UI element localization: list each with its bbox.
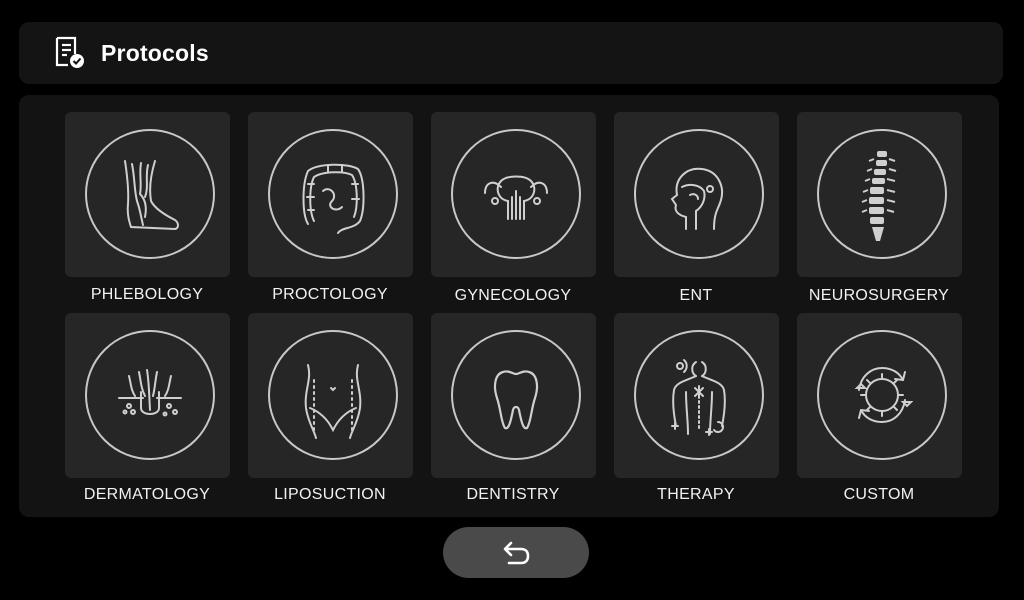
protocol-label-therapy: THERAPY	[657, 486, 735, 503]
protocol-label-ent: ENT	[679, 287, 713, 304]
protocol-tile-liposuction[interactable]	[248, 313, 413, 478]
protocol-tile-phlebology[interactable]	[65, 112, 230, 277]
protocol-label-neurosurgery: NEUROSURGERY	[808, 287, 950, 304]
protocol-label-liposuction: LIPOSUCTION	[274, 486, 386, 503]
protocol-tile-proctology[interactable]	[248, 112, 413, 277]
page-title: Protocols	[101, 40, 209, 66]
protocol-tile-dentistry[interactable]	[431, 313, 596, 478]
intestine-icon	[302, 163, 365, 234]
abdomen-icon	[304, 364, 362, 439]
protocol-label-dentistry: DENTISTRY	[466, 486, 560, 503]
protocol-list-icon	[55, 36, 84, 68]
tooth-icon	[493, 370, 539, 430]
hair-follicle-icon	[118, 369, 182, 417]
spine-icon	[861, 151, 897, 241]
protocol-label-proctology: PROCTOLOGY	[272, 286, 388, 303]
leg-veins-icon	[124, 160, 179, 231]
protocol-label-custom: CUSTOM	[843, 486, 915, 503]
protocol-tile-ent[interactable]	[614, 112, 779, 277]
protocol-tile-dermatology[interactable]	[65, 313, 230, 478]
protocol-label-phlebology: PHLEBOLOGY	[90, 286, 204, 303]
body-back-icon	[671, 359, 726, 436]
uterus-icon	[484, 175, 548, 220]
protocol-tile-custom[interactable]	[797, 313, 962, 478]
protocol-tile-neurosurgery[interactable]	[797, 112, 962, 277]
protocol-label-dermatology: DERMATOLOGY	[83, 486, 211, 503]
back-button[interactable]	[443, 527, 589, 578]
head-throat-icon	[670, 167, 723, 230]
protocol-tile-therapy[interactable]	[614, 313, 779, 478]
protocol-tile-gynecology[interactable]	[431, 112, 596, 277]
custom-cycle-icon	[854, 366, 914, 424]
back-arrow-icon	[503, 541, 530, 565]
header-bar: Protocols	[19, 22, 1003, 84]
protocol-label-gynecology: GYNECOLOGY	[454, 287, 572, 304]
